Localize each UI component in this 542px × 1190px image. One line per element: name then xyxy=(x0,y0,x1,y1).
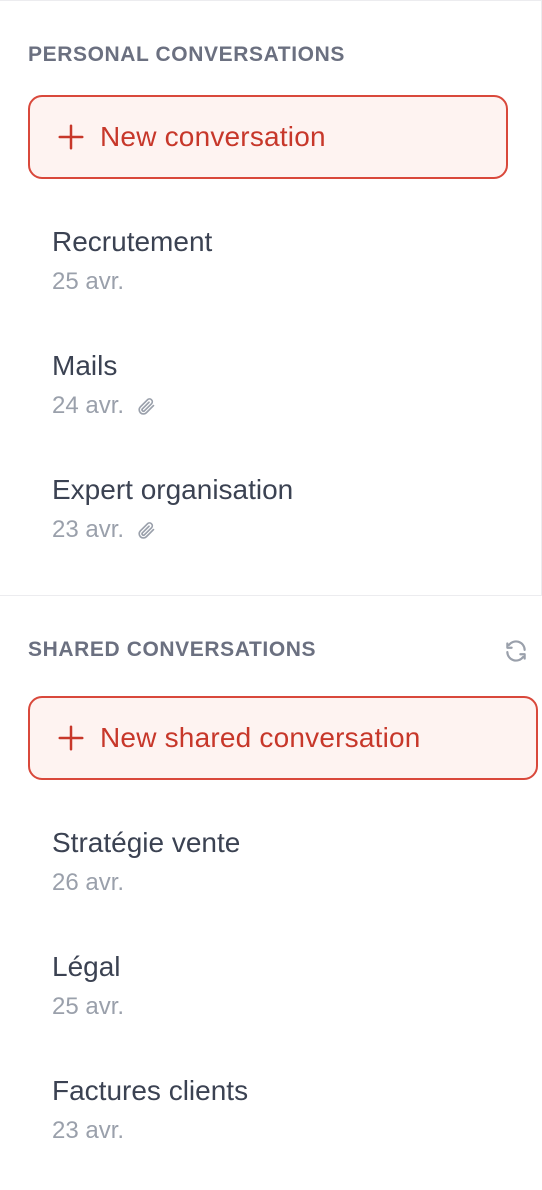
new-conversation-label: New conversation xyxy=(100,121,326,152)
personal-conversations-section: PERSONAL CONVERSATIONS New conversation … xyxy=(0,0,542,596)
new-shared-conversation-label: New shared conversation xyxy=(100,722,421,753)
conversation-date: 23 avr. xyxy=(52,1117,125,1144)
conversation-title: Expert organisation xyxy=(52,474,294,505)
conversation-title: Stratégie vente xyxy=(52,827,241,858)
conversation-title: Factures clients xyxy=(52,1075,249,1106)
conversation-title: Recrutement xyxy=(52,226,213,257)
shared-conversations-section: SHARED CONVERSATIONS New shared conversa… xyxy=(0,596,542,1190)
conversation-item-factures-clients[interactable]: Factures clients 23 avr. xyxy=(52,1074,512,1174)
conversation-item-legal[interactable]: Légal 25 avr. xyxy=(52,950,512,1050)
refresh-icon[interactable] xyxy=(503,638,529,664)
conversation-title: Légal xyxy=(52,951,121,982)
paperclip-icon xyxy=(138,522,155,539)
conversation-date: 25 avr. xyxy=(52,993,125,1020)
conversation-item-recrutement[interactable]: Recrutement 25 avr. xyxy=(52,225,512,325)
conversation-date: 26 avr. xyxy=(52,869,125,896)
conversation-date: 24 avr. xyxy=(52,392,125,419)
plus-icon xyxy=(58,124,84,150)
conversation-date: 25 avr. xyxy=(52,268,125,295)
conversation-item-expert-organisation[interactable]: Expert organisation 23 avr. xyxy=(52,473,512,573)
plus-icon xyxy=(58,725,84,751)
paperclip-icon xyxy=(138,398,155,415)
shared-section-header: SHARED CONVERSATIONS xyxy=(28,638,317,661)
new-conversation-button[interactable]: New conversation xyxy=(28,95,508,179)
conversation-date: 23 avr. xyxy=(52,516,125,543)
conversations-sidebar: PERSONAL CONVERSATIONS New conversation … xyxy=(0,0,542,1190)
conversation-item-mails[interactable]: Mails 24 avr. xyxy=(52,349,512,449)
conversation-item-strategie-vente[interactable]: Stratégie vente 26 avr. xyxy=(52,826,512,926)
conversation-title: Mails xyxy=(52,350,118,381)
new-shared-conversation-button[interactable]: New shared conversation xyxy=(28,696,538,780)
personal-section-header: PERSONAL CONVERSATIONS xyxy=(28,43,345,66)
